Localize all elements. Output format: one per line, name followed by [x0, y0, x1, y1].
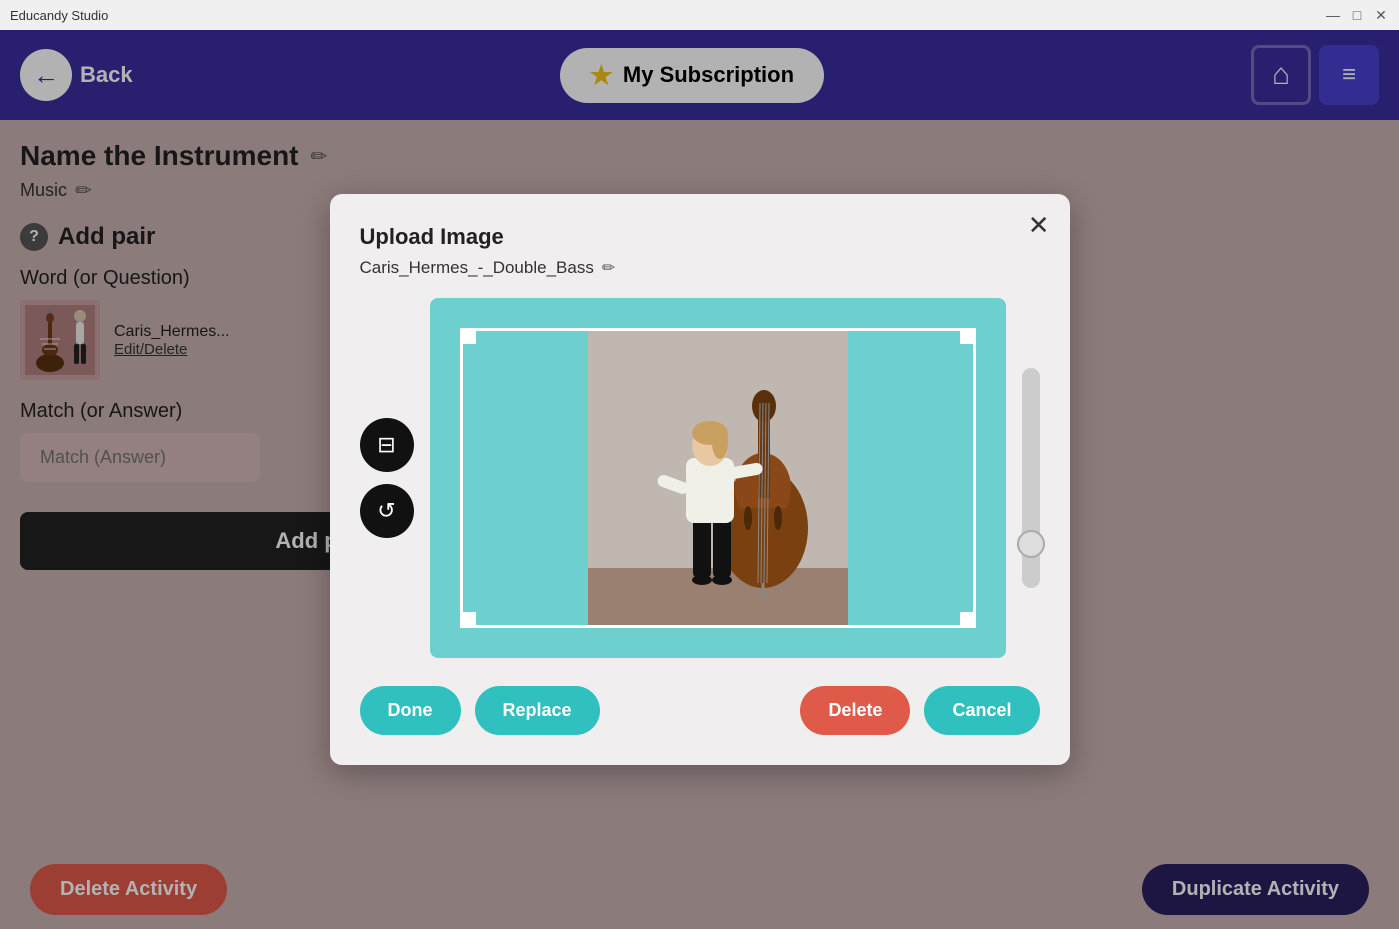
title-bar: Educandy Studio — □ ✕ [0, 0, 1399, 30]
modal-slider-area [1022, 298, 1040, 658]
filename-edit-icon[interactable]: ✏ [602, 258, 615, 278]
image-crop-area[interactable] [430, 298, 1006, 658]
modal-delete-button[interactable]: Delete [800, 686, 910, 735]
app-name: Educandy Studio [10, 8, 108, 23]
modal-filename-row: Caris_Hermes_-_Double_Bass ✏ [360, 258, 1040, 278]
modal-cancel-button[interactable]: Cancel [924, 686, 1039, 735]
modal-done-button[interactable]: Done [360, 686, 461, 735]
crop-corner-tl [460, 328, 476, 344]
title-bar-controls: — □ ✕ [1325, 7, 1389, 23]
crop-tool-button[interactable]: ⊟ [360, 418, 414, 472]
crop-corner-br [960, 612, 976, 628]
slider-track[interactable] [1022, 368, 1040, 588]
modal-tools: ⊟ ↺ [360, 298, 414, 658]
crop-corner-tr [960, 328, 976, 344]
modal-actions: Done Replace Delete Cancel [360, 686, 1040, 735]
reset-icon: ↺ [377, 498, 395, 524]
minimize-button[interactable]: — [1325, 7, 1341, 23]
slider-thumb[interactable] [1017, 530, 1045, 558]
crop-frame [460, 328, 976, 628]
modal-filename: Caris_Hermes_-_Double_Bass [360, 258, 594, 278]
crop-corner-bl [460, 612, 476, 628]
modal-overlay: ✕ Upload Image Caris_Hermes_-_Double_Bas… [0, 30, 1399, 929]
modal-close-button[interactable]: ✕ [1028, 210, 1050, 241]
modal-image-area: ⊟ ↺ [360, 298, 1040, 658]
upload-image-modal: ✕ Upload Image Caris_Hermes_-_Double_Bas… [330, 194, 1070, 765]
close-button[interactable]: ✕ [1373, 7, 1389, 23]
reset-tool-button[interactable]: ↺ [360, 484, 414, 538]
crop-icon: ⊟ [377, 432, 395, 458]
maximize-button[interactable]: □ [1349, 7, 1365, 23]
modal-replace-button[interactable]: Replace [475, 686, 600, 735]
modal-title: Upload Image [360, 224, 1040, 250]
